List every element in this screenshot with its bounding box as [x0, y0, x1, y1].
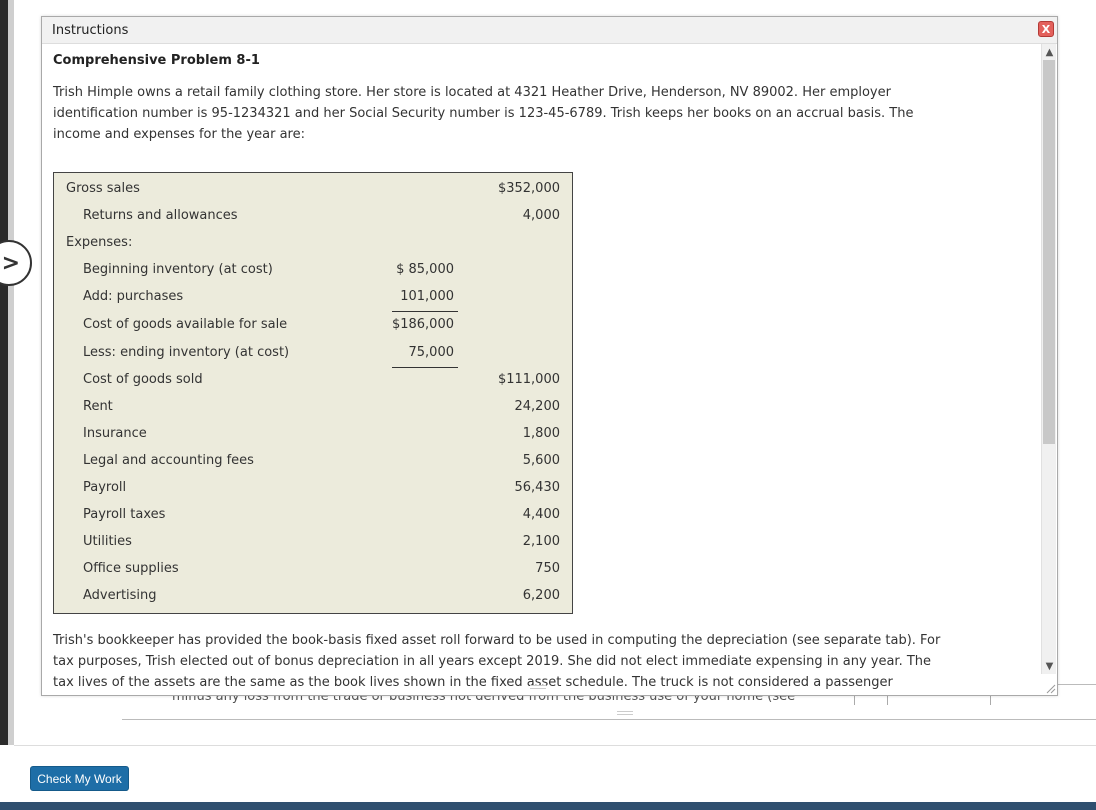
row-value: 4,000: [522, 208, 560, 223]
table-row: Utilities 2,100: [54, 530, 572, 557]
scroll-down-arrow-icon[interactable]: ▼: [1042, 658, 1057, 674]
row-label: Beginning inventory (at cost): [83, 262, 273, 277]
table-row: Office supplies 750: [54, 557, 572, 584]
row-subvalue: $ 85,000: [396, 262, 454, 277]
table-row: Cost of goods available for sale $186,000: [54, 313, 572, 340]
intro-paragraph: Trish Himple owns a retail family clothi…: [53, 85, 914, 142]
dialog-content[interactable]: Comprehensive Problem 8-1 Trish Himple o…: [52, 44, 1042, 697]
table-row: Rent 24,200: [54, 395, 572, 422]
table-row: Cost of goods sold $111,000: [54, 368, 572, 395]
row-label: Legal and accounting fees: [83, 453, 254, 468]
footer-bar: [0, 802, 1096, 810]
table-row: Expenses:: [54, 231, 572, 258]
left-gray-strip: [8, 0, 14, 745]
row-label: Less: ending inventory (at cost): [83, 345, 290, 360]
row-label: Utilities: [83, 534, 132, 549]
table-row: Insurance 1,800: [54, 422, 572, 449]
row-value: $352,000: [497, 181, 560, 196]
row-value: 6,200: [522, 588, 560, 603]
income-expense-table: Gross sales $352,000 Returns and allowanc…: [53, 172, 573, 614]
table-row: Beginning inventory (at cost) $ 85,000: [54, 258, 572, 285]
table-row: Returns and allowances 4,000: [54, 204, 572, 231]
check-my-work-button[interactable]: Check My Work: [30, 766, 129, 791]
dialog-header[interactable]: Instructions X: [42, 17, 1057, 44]
row-subvalue: 101,000: [400, 289, 454, 304]
dialog-bottom-grip[interactable]: [530, 685, 546, 689]
depreciation-paragraph: Trish's bookkeeper has provided the book…: [53, 633, 941, 697]
dialog-title: Instructions: [52, 23, 129, 38]
instructions-dialog: Instructions X Comprehensive Problem 8-1…: [41, 16, 1058, 697]
background-resize-grip[interactable]: [617, 711, 633, 715]
chevron-right-icon: >: [1, 250, 20, 276]
row-subvalue: 75,000: [408, 345, 455, 360]
row-label: Advertising: [83, 588, 157, 603]
table-row: Payroll taxes 4,400: [54, 503, 572, 530]
table-row: Less: ending inventory (at cost) 75,000: [54, 341, 572, 368]
row-value: 56,430: [514, 480, 561, 495]
close-icon: X: [1041, 22, 1051, 36]
row-value: 750: [535, 561, 560, 576]
scroll-up-arrow-icon[interactable]: ▲: [1042, 44, 1057, 60]
close-button[interactable]: X: [1038, 21, 1054, 37]
table-row: Legal and accounting fees 5,600: [54, 449, 572, 476]
subtotal-underline: [392, 311, 458, 312]
row-value: 5,600: [522, 453, 560, 468]
scrollbar-thumb[interactable]: [1043, 60, 1055, 444]
row-value: 1,800: [522, 426, 560, 441]
resize-handle-icon[interactable]: [1044, 682, 1056, 694]
row-value: 4,400: [522, 507, 560, 522]
row-label: Gross sales: [66, 181, 140, 196]
vertical-scrollbar[interactable]: ▲ ▼: [1041, 44, 1056, 674]
row-label: Payroll taxes: [83, 507, 166, 522]
row-label: Insurance: [83, 426, 147, 441]
row-label: Add: purchases: [83, 289, 184, 304]
row-subvalue: $186,000: [391, 317, 454, 332]
table-row: Add: purchases 101,000: [54, 285, 572, 312]
row-label: Cost of goods sold: [83, 372, 203, 387]
row-value: 24,200: [514, 399, 561, 414]
row-label: Payroll: [83, 480, 127, 495]
footer-area: [14, 745, 1096, 802]
expand-panel-button[interactable]: >: [0, 240, 32, 286]
left-dark-strip: [0, 0, 8, 745]
table-row: Advertising 6,200: [54, 584, 572, 611]
table-row: Gross sales $352,000: [54, 177, 572, 204]
table-row: Payroll 56,430: [54, 476, 572, 503]
problem-title: Comprehensive Problem 8-1: [53, 53, 260, 68]
row-label: Cost of goods available for sale: [83, 317, 288, 332]
row-label: Rent: [83, 399, 113, 414]
row-value: 2,100: [522, 534, 560, 549]
row-label: Office supplies: [83, 561, 179, 576]
row-value: $111,000: [497, 372, 560, 387]
row-label: Returns and allowances: [83, 208, 238, 223]
row-label: Expenses:: [66, 235, 133, 250]
